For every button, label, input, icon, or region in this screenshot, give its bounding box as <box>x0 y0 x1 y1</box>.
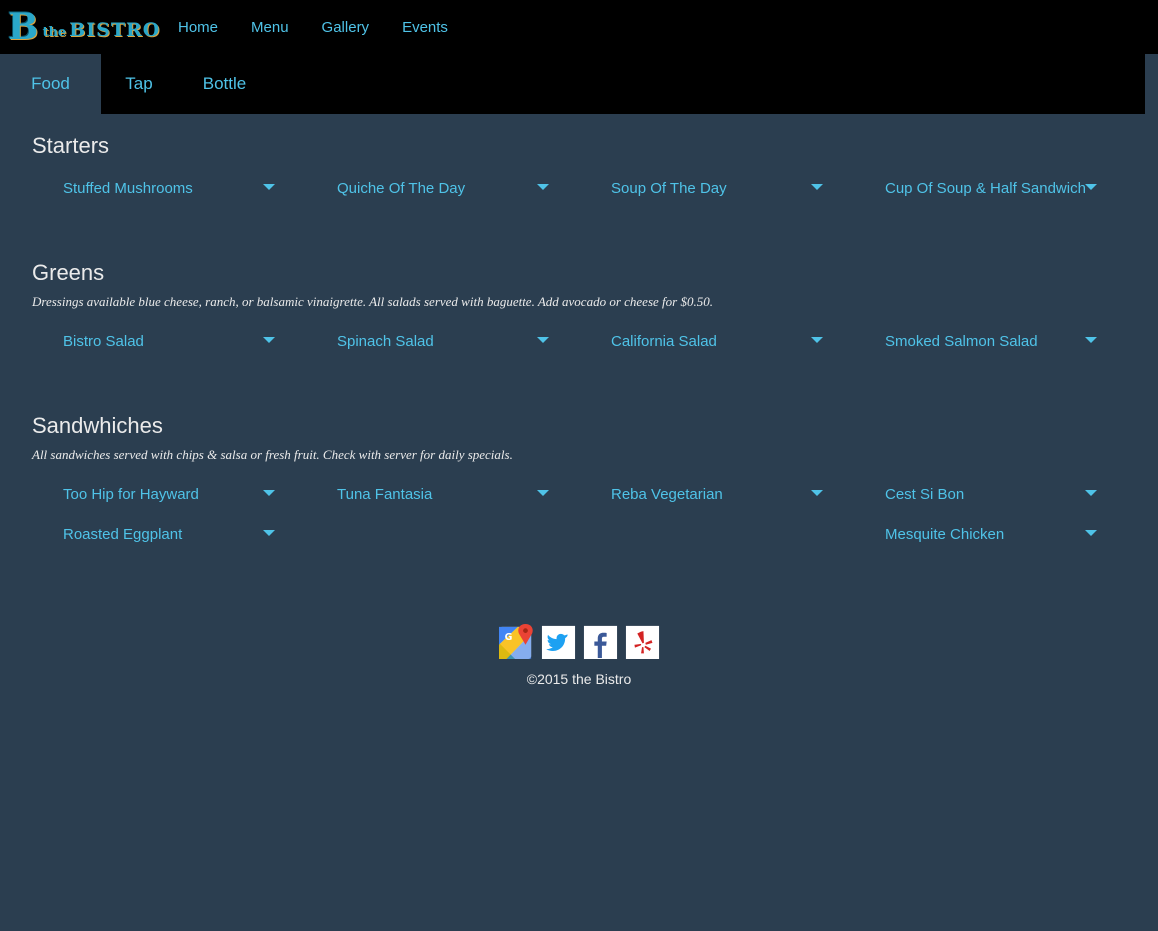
menu-item-quiche[interactable]: Quiche Of The Day <box>306 178 580 198</box>
menu-item-cest-si-bon[interactable]: Cest Si Bon <box>854 484 1128 504</box>
nav-events[interactable]: Events <box>402 19 448 36</box>
twitter-icon[interactable] <box>540 624 577 659</box>
caret-down-icon <box>1085 490 1097 496</box>
svg-text:G: G <box>504 632 512 643</box>
menu-item-spinach-salad[interactable]: Spinach Salad <box>306 331 580 351</box>
yelp-icon[interactable] <box>624 624 661 659</box>
section-note-sandwiches: All sandwiches served with chips & salsa… <box>32 447 513 462</box>
section-title-greens: Greens <box>32 260 105 285</box>
item-label: Smoked Salmon Salad <box>885 332 1038 350</box>
caret-down-icon <box>1085 337 1097 343</box>
item-label: Soup Of The Day <box>611 179 727 197</box>
nav-menu[interactable]: Menu <box>251 19 289 36</box>
footer: G ©2015 the Bistro <box>0 624 1158 687</box>
item-label: Tuna Fantasia <box>337 485 433 503</box>
social-links: G <box>498 624 661 659</box>
item-label: Mesquite Chicken <box>885 525 1005 543</box>
logo-small-text: the <box>42 25 67 40</box>
menu-item-too-hip-for-hayward[interactable]: Too Hip for Hayward <box>32 484 306 504</box>
caret-down-icon <box>811 337 823 343</box>
menu-item-tuna-fantasia[interactable]: Tuna Fantasia <box>306 484 580 504</box>
grid-spacer <box>580 524 854 544</box>
caret-down-icon <box>263 490 275 496</box>
main-nav: Home Menu Gallery Events <box>178 19 481 36</box>
menu-item-bistro-salad[interactable]: Bistro Salad <box>32 331 306 351</box>
caret-down-icon <box>263 530 275 536</box>
caret-down-icon <box>263 184 275 190</box>
item-label: Roasted Eggplant <box>63 525 183 543</box>
nav-gallery[interactable]: Gallery <box>322 19 370 36</box>
menu-item-smoked-salmon-salad[interactable]: Smoked Salmon Salad <box>854 331 1128 351</box>
tab-food[interactable]: Food <box>0 54 101 114</box>
facebook-icon[interactable] <box>582 624 619 659</box>
tab-tap[interactable]: Tap <box>101 54 177 114</box>
item-label: Bistro Salad <box>63 332 144 350</box>
nav-home[interactable]: Home <box>178 19 218 36</box>
menu-item-roasted-eggplant[interactable]: Roasted Eggplant <box>32 524 306 544</box>
top-navbar: B the BISTRO Home Menu Gallery Events <box>0 0 1158 54</box>
caret-down-icon <box>1085 530 1097 536</box>
item-label: Too Hip for Hayward <box>63 485 199 503</box>
menu-content: Starters Stuffed Mushrooms Quiche Of The… <box>32 114 1132 544</box>
menu-item-reba-vegetarian[interactable]: Reba Vegetarian <box>580 484 854 504</box>
menu-item-california-salad[interactable]: California Salad <box>580 331 854 351</box>
caret-down-icon <box>811 184 823 190</box>
copyright-text: ©2015 the Bistro <box>526 671 632 687</box>
menu-item-mesquite-chicken[interactable]: Mesquite Chicken <box>854 524 1128 544</box>
bistro-logo[interactable]: B the BISTRO <box>8 7 164 47</box>
menu-tabs: Food Tap Bottle <box>0 54 1145 114</box>
caret-down-icon <box>537 490 549 496</box>
caret-down-icon <box>537 337 549 343</box>
logo-letter: B <box>8 6 39 48</box>
item-label: Reba Vegetarian <box>611 485 723 503</box>
sandwiches-grid: Too Hip for Hayward Tuna Fantasia Reba V… <box>32 484 1132 544</box>
logo-name-text: BISTRO <box>69 19 161 41</box>
caret-down-icon <box>811 490 823 496</box>
item-label: Cup Of Soup & Half Sandwich <box>885 179 1086 197</box>
section-note-greens: Dressings available blue cheese, ranch, … <box>32 294 713 309</box>
menu-item-cup-soup-half-sandwich[interactable]: Cup Of Soup & Half Sandwich <box>854 178 1128 198</box>
logo-wordmark: the BISTRO <box>42 19 160 41</box>
google-maps-icon[interactable]: G <box>498 624 535 659</box>
item-label: Quiche Of The Day <box>337 179 466 197</box>
grid-spacer <box>306 524 580 544</box>
caret-down-icon <box>263 337 275 343</box>
item-label: Cest Si Bon <box>885 485 965 503</box>
greens-grid: Bistro Salad Spinach Salad California Sa… <box>32 331 1132 351</box>
item-label: Stuffed Mushrooms <box>63 179 193 197</box>
section-title-sandwiches: Sandwhiches <box>32 413 163 438</box>
starters-grid: Stuffed Mushrooms Quiche Of The Day Soup… <box>32 178 1132 198</box>
menu-item-stuffed-mushrooms[interactable]: Stuffed Mushrooms <box>32 178 306 198</box>
caret-down-icon <box>537 184 549 190</box>
section-title-starters: Starters <box>32 133 110 158</box>
item-label: California Salad <box>611 332 717 350</box>
tab-bottle[interactable]: Bottle <box>177 54 272 114</box>
caret-down-icon <box>1085 184 1097 190</box>
menu-item-soup[interactable]: Soup Of The Day <box>580 178 854 198</box>
item-label: Spinach Salad <box>337 332 434 350</box>
